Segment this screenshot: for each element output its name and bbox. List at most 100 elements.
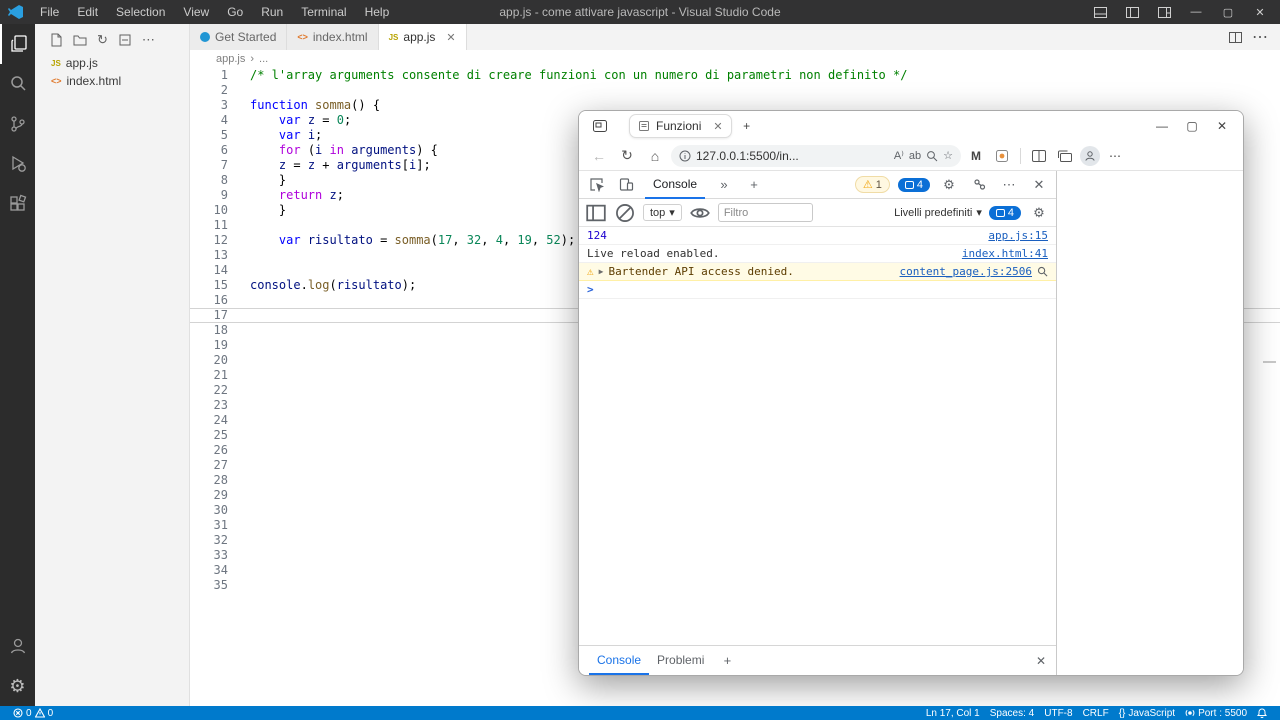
extension-icon[interactable] bbox=[991, 145, 1013, 167]
zoom-icon[interactable] bbox=[926, 150, 938, 162]
minimize-icon[interactable]: — bbox=[1147, 113, 1177, 139]
run-debug-icon[interactable] bbox=[0, 144, 35, 184]
drawer-close-icon[interactable]: ✕ bbox=[1036, 654, 1046, 668]
close-icon[interactable]: ✕ bbox=[1207, 113, 1237, 139]
menu-file[interactable]: File bbox=[32, 3, 67, 21]
inspect-element-icon[interactable] bbox=[585, 174, 607, 196]
breadcrumb-more[interactable]: ... bbox=[259, 53, 268, 65]
site-info-icon[interactable] bbox=[679, 150, 691, 162]
indentation[interactable]: Spaces: 4 bbox=[985, 708, 1039, 719]
layout-sidebar-icon[interactable] bbox=[1118, 1, 1146, 23]
m-extension-icon[interactable]: M bbox=[965, 145, 987, 167]
close-icon[interactable]: ✕ bbox=[1246, 1, 1274, 23]
url-text[interactable]: 127.0.0.1:5500/in... bbox=[696, 149, 889, 163]
eol-sequence[interactable]: CRLF bbox=[1078, 708, 1114, 719]
menu-go[interactable]: Go bbox=[219, 3, 251, 21]
split-screen-icon[interactable] bbox=[1028, 145, 1050, 167]
log-levels-dropdown[interactable]: Livelli predefiniti▾ bbox=[894, 206, 982, 219]
notifications-bell-icon[interactable] bbox=[1252, 708, 1272, 718]
new-folder-icon[interactable] bbox=[73, 33, 87, 47]
console-filter-input[interactable] bbox=[718, 203, 813, 222]
source-control-icon[interactable] bbox=[0, 104, 35, 144]
layout-panel-icon[interactable] bbox=[1086, 1, 1114, 23]
new-tab-icon[interactable]: + bbox=[732, 113, 762, 139]
context-selector[interactable]: top▾ bbox=[643, 204, 682, 221]
search-icon[interactable] bbox=[0, 64, 35, 104]
source-link[interactable]: app.js:15 bbox=[988, 229, 1048, 242]
console-empty-space[interactable] bbox=[579, 299, 1056, 645]
source-link[interactable]: content_page.js:2506 bbox=[900, 265, 1032, 278]
customize-layout-icon[interactable] bbox=[1150, 1, 1178, 23]
tab-get-started[interactable]: Get Started bbox=[190, 24, 287, 50]
expand-arrow-icon[interactable]: ▶ bbox=[599, 267, 604, 276]
back-icon[interactable]: ← bbox=[587, 144, 611, 168]
file-item-appjs[interactable]: JS app.js bbox=[35, 54, 189, 72]
tab-actions-icon[interactable] bbox=[585, 113, 615, 139]
add-tool-icon[interactable]: + bbox=[743, 174, 765, 196]
file-item-indexhtml[interactable]: <> index.html bbox=[35, 72, 189, 90]
tab-app-js[interactable]: JS app.js ✕ bbox=[379, 24, 467, 50]
devtools-settings-gear-icon[interactable]: ⚙ bbox=[938, 174, 960, 196]
new-file-icon[interactable] bbox=[49, 33, 63, 47]
browser-tab[interactable]: Funzioni ✕ bbox=[629, 114, 732, 138]
read-aloud-icon[interactable]: A⁾ bbox=[894, 149, 904, 162]
live-expression-eye-icon[interactable] bbox=[689, 202, 711, 224]
refresh-icon[interactable]: ↻ bbox=[615, 144, 639, 168]
language-mode[interactable]: {}JavaScript bbox=[1114, 708, 1180, 719]
console-input-row[interactable]: > bbox=[579, 281, 1056, 299]
devtools-tab-console[interactable]: Console bbox=[645, 171, 705, 199]
browser-menu-icon[interactable]: ⋯ bbox=[1104, 145, 1126, 167]
cursor-position[interactable]: Ln 17, Col 1 bbox=[921, 708, 985, 719]
issues-badge[interactable]: 4 bbox=[898, 178, 930, 192]
code-line-2[interactable]: 2 bbox=[190, 83, 1280, 98]
profile-avatar[interactable] bbox=[1080, 146, 1100, 166]
more-tabs-icon[interactable]: » bbox=[713, 174, 735, 196]
refresh-icon[interactable]: ↻ bbox=[97, 32, 108, 48]
code-line-1[interactable]: 1/* l'array arguments consente di creare… bbox=[190, 68, 1280, 83]
device-toolbar-icon[interactable] bbox=[615, 174, 637, 196]
drawer-add-icon[interactable]: + bbox=[716, 650, 738, 672]
issues-count-badge[interactable]: 4 bbox=[989, 206, 1021, 220]
console-sidebar-icon[interactable] bbox=[585, 202, 607, 224]
tab-close-icon[interactable]: ✕ bbox=[446, 31, 455, 44]
menu-help[interactable]: Help bbox=[357, 3, 398, 21]
maximize-icon[interactable]: ▢ bbox=[1214, 1, 1242, 23]
tab-index-html[interactable]: <> index.html bbox=[287, 24, 378, 50]
devtools-close-icon[interactable]: ✕ bbox=[1028, 174, 1050, 196]
problems-indicator[interactable]: 0 0 bbox=[8, 708, 58, 719]
warnings-badge[interactable]: ⚠1 bbox=[855, 176, 890, 193]
drawer-tab-console[interactable]: Console bbox=[589, 647, 649, 675]
focus-mode-icon[interactable] bbox=[968, 174, 990, 196]
search-similar-icon[interactable] bbox=[1037, 266, 1048, 277]
breadcrumb[interactable]: app.js › ... bbox=[190, 50, 1280, 68]
breadcrumb-file[interactable]: app.js bbox=[216, 53, 245, 65]
menu-view[interactable]: View bbox=[175, 3, 217, 21]
more-actions-icon[interactable]: ⋯ bbox=[142, 32, 155, 48]
minimize-icon[interactable]: — bbox=[1182, 1, 1210, 23]
collapse-all-icon[interactable] bbox=[118, 33, 132, 47]
translate-icon[interactable]: ab bbox=[909, 150, 921, 162]
drawer-tab-problemi[interactable]: Problemi bbox=[649, 647, 712, 675]
extensions-icon[interactable] bbox=[0, 184, 35, 224]
settings-gear-icon[interactable]: ⚙ bbox=[0, 666, 35, 706]
clear-console-icon[interactable] bbox=[614, 202, 636, 224]
console-row-log[interactable]: Live reload enabled.index.html:41 bbox=[579, 245, 1056, 263]
editor-more-icon[interactable]: ⋯ bbox=[1252, 27, 1268, 47]
webpage-viewport[interactable] bbox=[1057, 171, 1243, 675]
menu-selection[interactable]: Selection bbox=[108, 3, 173, 21]
devtools-more-icon[interactable]: ⋯ bbox=[998, 174, 1020, 196]
menu-edit[interactable]: Edit bbox=[69, 3, 106, 21]
address-bar[interactable]: 127.0.0.1:5500/in... A⁾ ab ☆ bbox=[671, 145, 961, 167]
split-editor-icon[interactable] bbox=[1229, 32, 1242, 43]
console-row-warning[interactable]: ⚠▶Bartender API access denied.content_pa… bbox=[579, 263, 1056, 281]
tab-close-icon[interactable]: ✕ bbox=[713, 120, 722, 133]
source-link[interactable]: index.html:41 bbox=[962, 247, 1048, 260]
maximize-icon[interactable]: ▢ bbox=[1177, 113, 1207, 139]
console-settings-gear-icon[interactable]: ⚙ bbox=[1028, 202, 1050, 224]
home-icon[interactable]: ⌂ bbox=[643, 144, 667, 168]
favorite-star-icon[interactable]: ☆ bbox=[943, 149, 953, 162]
console-row-result[interactable]: 124app.js:15 bbox=[579, 227, 1056, 245]
explorer-icon[interactable] bbox=[0, 24, 35, 64]
menu-terminal[interactable]: Terminal bbox=[293, 3, 354, 21]
menu-run[interactable]: Run bbox=[253, 3, 291, 21]
